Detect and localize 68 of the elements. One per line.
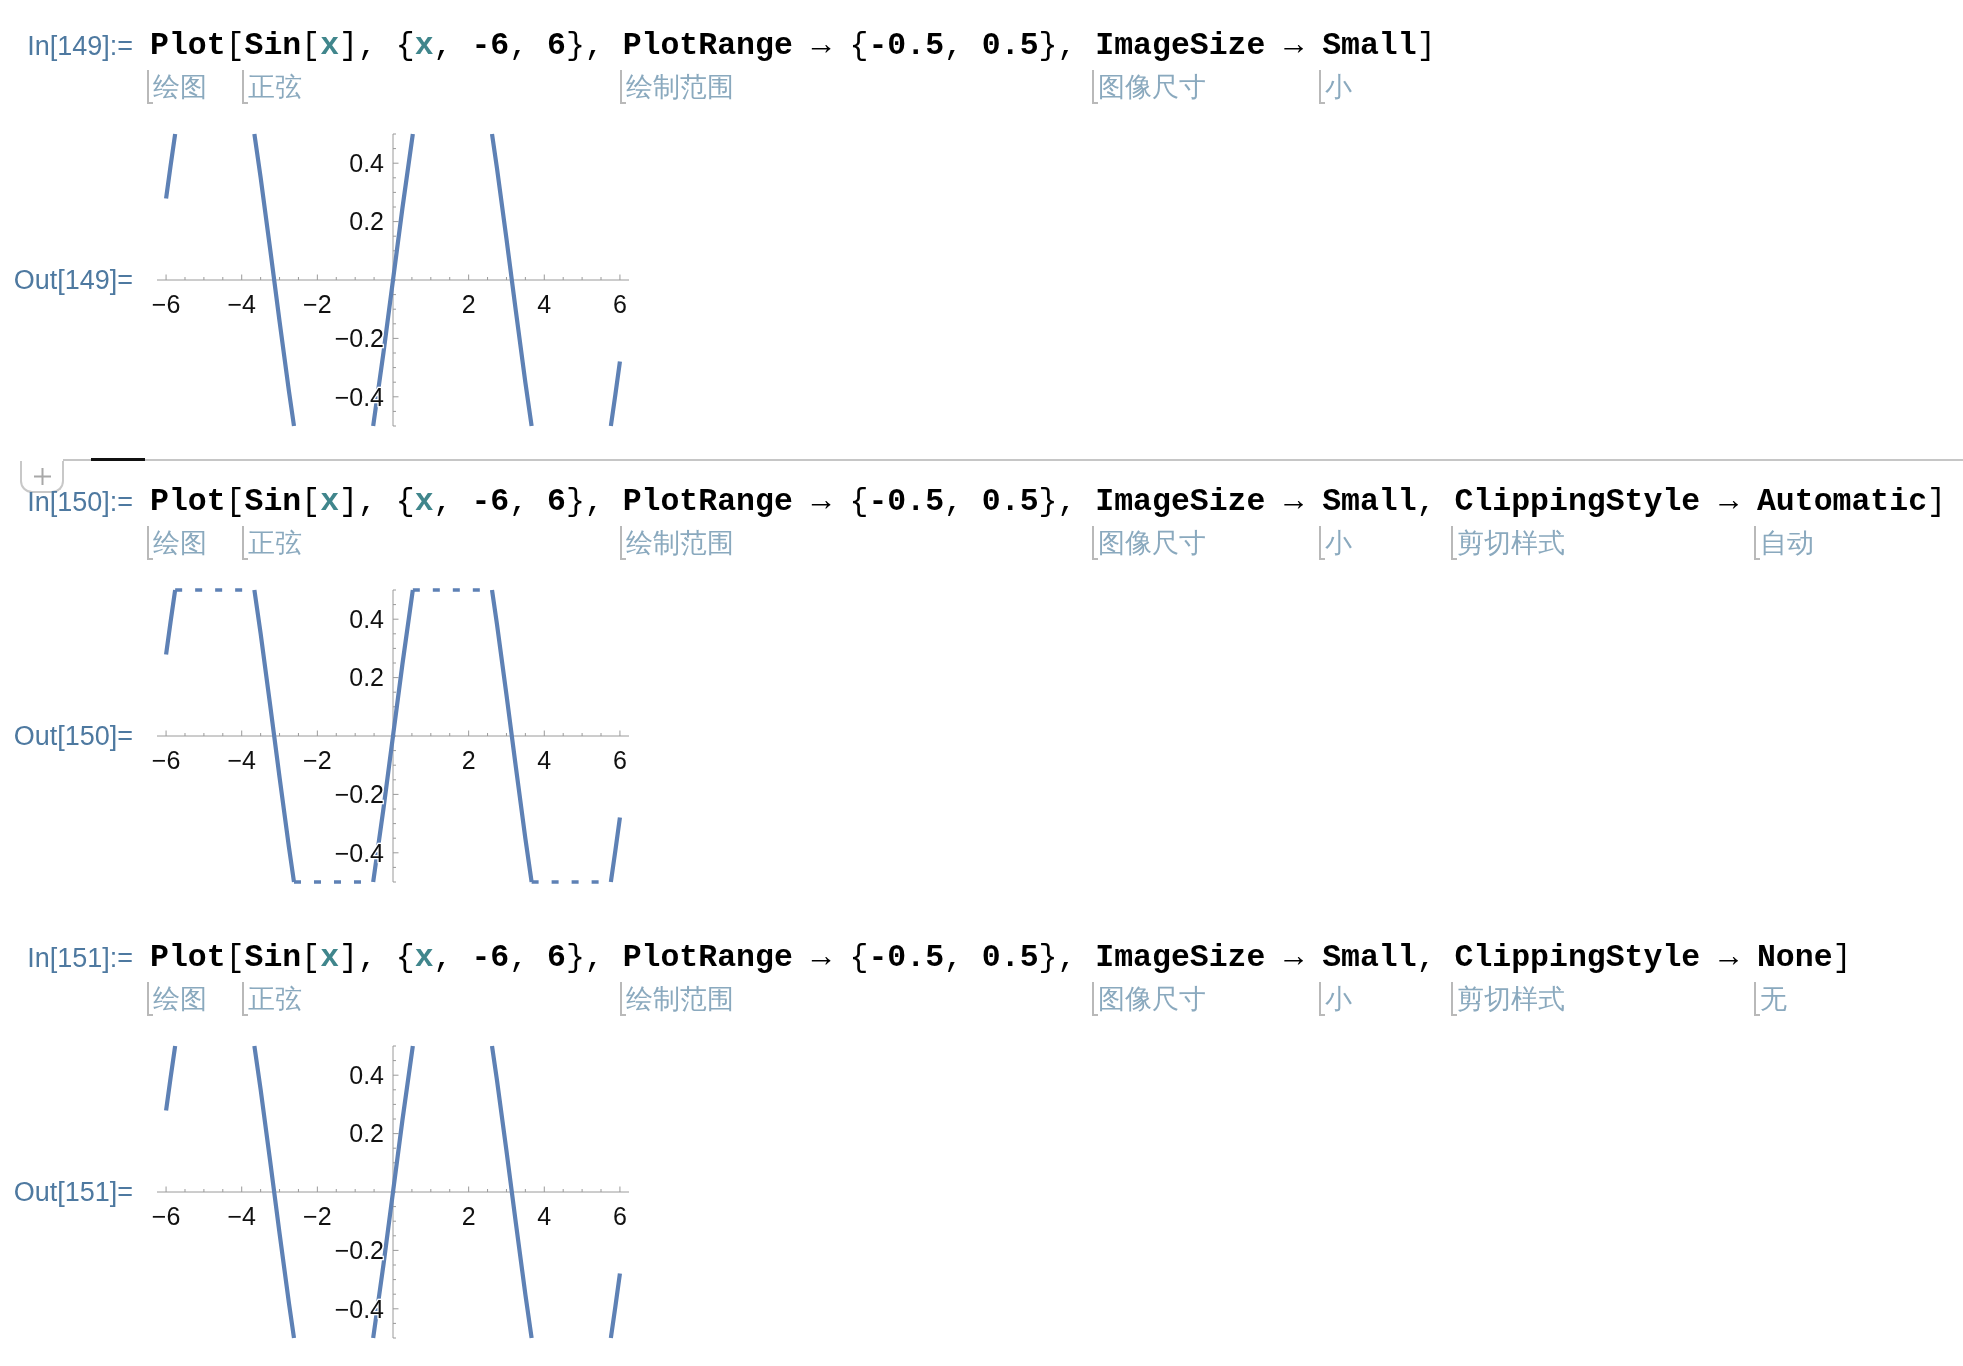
code-hint: 自动 bbox=[1759, 527, 1814, 560]
code-hint: 绘制范围 bbox=[625, 527, 734, 560]
x-tick-label: −4 bbox=[227, 745, 256, 774]
y-tick-label: −0.2 bbox=[334, 780, 384, 809]
x-tick-label: −4 bbox=[227, 1201, 256, 1230]
bracket-icon bbox=[241, 526, 248, 560]
x-tick-label: −2 bbox=[303, 745, 332, 774]
bracket-icon bbox=[1753, 526, 1760, 560]
output-label: Out[149]= bbox=[13, 264, 133, 297]
bracket-icon bbox=[1451, 526, 1458, 560]
bracket-icon bbox=[147, 982, 153, 1016]
code-hint: 图像尺寸 bbox=[1098, 983, 1207, 1016]
code-hint: 绘图 bbox=[153, 983, 207, 1016]
code-hint: 正弦 bbox=[247, 71, 302, 104]
y-tick-label: −0.2 bbox=[334, 1236, 384, 1265]
x-tick-label: −2 bbox=[303, 1201, 332, 1230]
insertion-bar-icon bbox=[91, 458, 145, 461]
y-tick-label: 0.4 bbox=[349, 604, 384, 633]
bracket-icon bbox=[619, 982, 626, 1016]
code-hint: 绘制范围 bbox=[625, 71, 734, 104]
x-tick-label: 4 bbox=[537, 745, 552, 774]
input-label: In[151]:= bbox=[27, 942, 133, 975]
x-tick-label: 4 bbox=[537, 1201, 552, 1230]
code-hint: 图像尺寸 bbox=[1098, 71, 1207, 104]
add-cell-button[interactable] bbox=[20, 461, 64, 493]
bracket-icon bbox=[619, 526, 626, 560]
code-hint: 绘图 bbox=[153, 71, 207, 104]
code-hint: 正弦 bbox=[247, 983, 302, 1016]
output-label: Out[150]= bbox=[13, 720, 133, 753]
bracket-icon bbox=[241, 70, 248, 104]
bracket-icon bbox=[619, 70, 626, 104]
code-hint: 绘制范围 bbox=[625, 983, 734, 1016]
code-hint: 绘图 bbox=[153, 527, 207, 560]
y-tick-label: 0.2 bbox=[349, 663, 384, 692]
output-label: Out[151]= bbox=[13, 1176, 133, 1209]
x-tick-label: −6 bbox=[151, 745, 181, 774]
x-tick-label: 2 bbox=[461, 1201, 476, 1230]
code-hint: 图像尺寸 bbox=[1098, 527, 1207, 560]
code-hint: 小 bbox=[1324, 71, 1352, 104]
code-hint: 剪切样式 bbox=[1457, 527, 1566, 560]
bracket-icon bbox=[1318, 70, 1325, 104]
x-tick-label: 6 bbox=[612, 1201, 627, 1230]
code-hint: 剪切样式 bbox=[1457, 983, 1566, 1016]
input-code: Plot[Sin[x], {x, -6, 6}, PlotRange → {-0.5, 0.5}, ImageSize → Small, ClippingStyle → Automatic] bbox=[150, 483, 1946, 521]
bracket-icon bbox=[1092, 982, 1099, 1016]
bracket-icon bbox=[147, 526, 153, 560]
input-label: In[149]:= bbox=[27, 30, 133, 63]
bracket-icon bbox=[1092, 70, 1099, 104]
bracket-icon bbox=[241, 982, 248, 1016]
input-label: In[150]:= bbox=[27, 486, 133, 519]
bracket-icon bbox=[1092, 526, 1099, 560]
x-tick-label: 2 bbox=[461, 745, 476, 774]
x-tick-label: 6 bbox=[612, 745, 627, 774]
x-tick-label: −6 bbox=[151, 1201, 181, 1230]
plus-icon bbox=[33, 467, 51, 485]
bracket-icon bbox=[147, 70, 153, 104]
bracket-icon bbox=[1318, 982, 1325, 1016]
code-hint: 小 bbox=[1324, 527, 1352, 560]
input-code: Plot[Sin[x], {x, -6, 6}, PlotRange → {-0.5, 0.5}, ImageSize → Small, ClippingStyle → None] bbox=[150, 939, 1852, 977]
bracket-icon bbox=[1318, 526, 1325, 560]
bracket-icon bbox=[1753, 982, 1760, 1016]
input-code: Plot[Sin[x], {x, -6, 6}, PlotRange → {-0.5, 0.5}, ImageSize → Small] bbox=[150, 27, 1436, 65]
y-tick-label: 0.4 bbox=[349, 1060, 384, 1089]
y-tick-label: 0.2 bbox=[349, 1119, 384, 1148]
bracket-icon bbox=[1451, 982, 1458, 1016]
code-hint: 小 bbox=[1324, 983, 1352, 1016]
code-hint: 无 bbox=[1759, 983, 1787, 1016]
code-hint: 正弦 bbox=[247, 527, 302, 560]
